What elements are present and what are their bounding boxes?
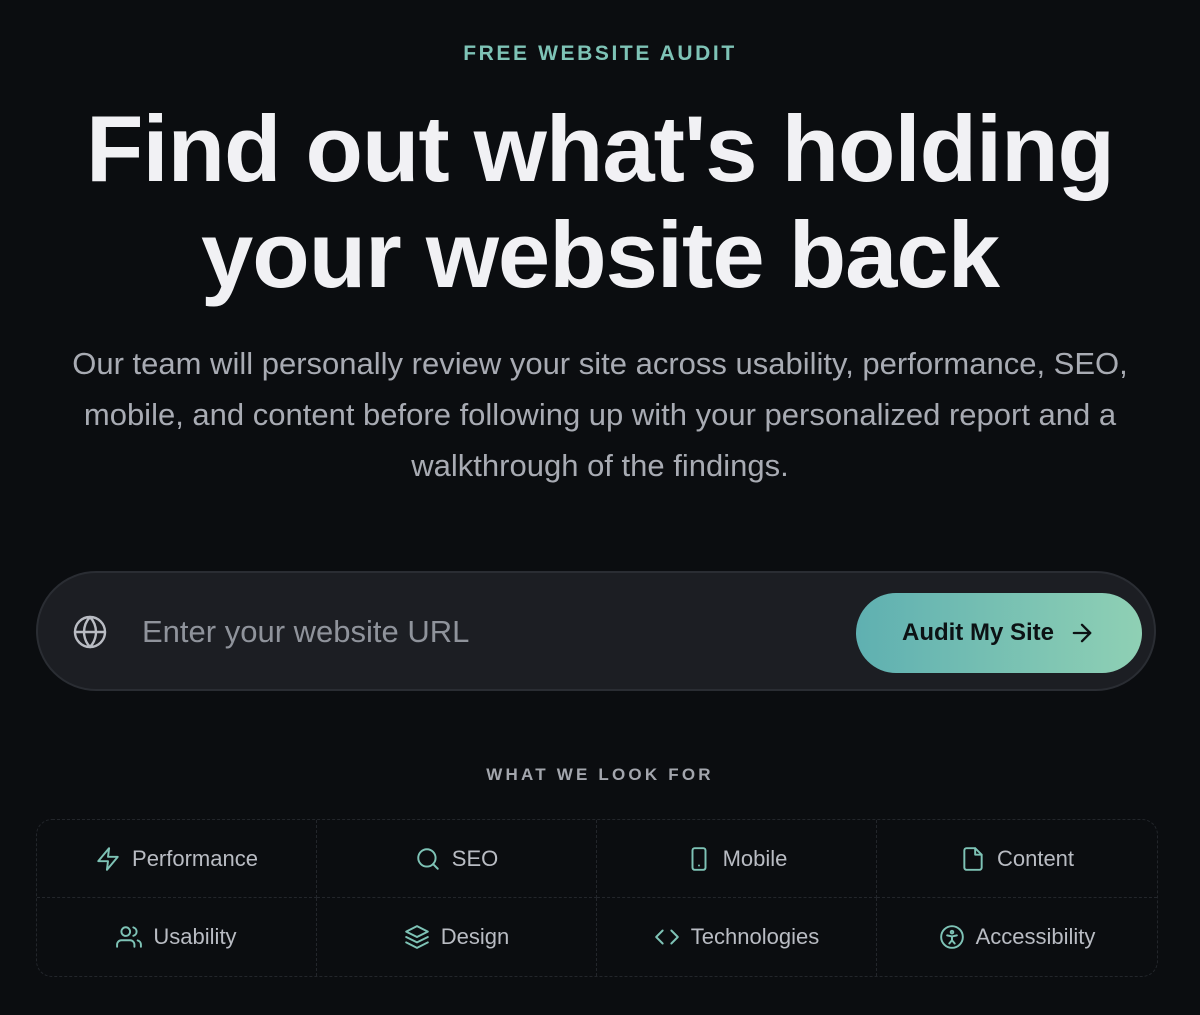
feature-mobile: Mobile <box>597 820 877 898</box>
feature-label: Usability <box>153 924 237 949</box>
feature-accessibility: Accessibility <box>877 898 1157 976</box>
url-audit-form: Audit My Site <box>36 571 1156 691</box>
feature-technologies: Technologies <box>597 898 877 976</box>
lightning-icon <box>95 846 121 872</box>
feature-content: Content <box>877 820 1157 898</box>
code-icon <box>654 924 680 950</box>
feature-design: Design <box>317 898 597 976</box>
document-icon <box>960 846 986 872</box>
feature-label: Design <box>440 924 510 949</box>
website-url-input[interactable] <box>142 603 842 661</box>
arrow-right-icon <box>1072 623 1092 643</box>
search-icon <box>415 846 441 872</box>
audit-landing-page: FREE WEBSITE AUDIT Find out what's holdi… <box>0 0 1200 1015</box>
feature-label: SEO <box>451 845 499 871</box>
hero-description: Our team will personally review your sit… <box>72 346 1128 483</box>
feature-label: Performance <box>132 845 258 871</box>
smartphone-icon <box>686 846 712 872</box>
feature-label: Content <box>996 845 1075 871</box>
globe-icon <box>72 614 108 650</box>
audit-button-label: Audit My Site <box>901 619 1054 646</box>
feature-usability: Usability <box>37 898 317 976</box>
audit-my-site-button[interactable]: Audit My Site <box>856 593 1142 673</box>
feature-label: Mobile <box>722 845 788 871</box>
feature-seo: SEO <box>317 820 597 898</box>
page-title: Find out what's holding your website bac… <box>86 96 1115 307</box>
users-icon <box>116 924 143 950</box>
eyebrow-label: FREE WEBSITE AUDIT <box>463 42 737 65</box>
accessibility-icon <box>939 924 965 950</box>
feature-performance: Performance <box>37 820 317 898</box>
features-grid: Performance SEO Mobile Content Usability <box>36 819 1158 977</box>
features-section-label: WHAT WE LOOK FOR <box>486 765 714 784</box>
feature-label: Accessibility <box>975 924 1096 949</box>
feature-label: Technologies <box>690 924 820 949</box>
layers-icon <box>404 924 430 950</box>
